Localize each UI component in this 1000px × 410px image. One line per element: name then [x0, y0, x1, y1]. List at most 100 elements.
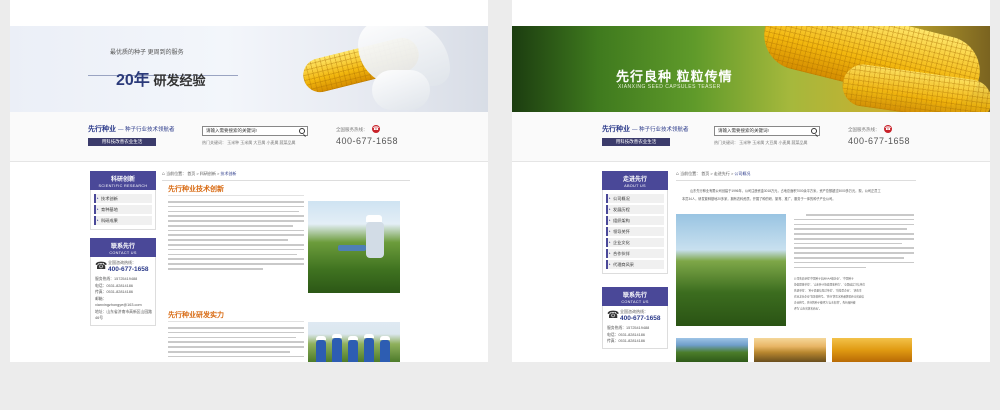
page-mockup-about: 先行良种 粒粒传情 XIANXING SEED CAPSULES TEASER … — [512, 0, 990, 362]
honors-line: 先进单位”、“种子质量信得过单位”、“科技型企业”、“济南市 — [794, 289, 862, 293]
gallery-photo-sunset — [754, 338, 826, 362]
breadcrumb-prefix: 当前位置： — [680, 171, 701, 176]
search-icon[interactable] — [811, 128, 817, 134]
logo-tagline: 用科技改善农业生活 — [88, 138, 156, 146]
sidebar-subtitle: ABOUT US — [624, 184, 646, 188]
hot-keywords[interactable]: 热门关键词： 玉米种 玉米属 大豆属 小麦属 蔬菜品属 — [714, 140, 808, 146]
banner-title: 研发经验 — [153, 73, 206, 88]
breadcrumb-path[interactable]: 首页 > 走进先行 > — [701, 171, 733, 176]
breadcrumb-current: 技术创新 — [220, 171, 237, 176]
sidebar-about: 走进先行 ABOUT US 公司概况 发展历程 组织架构 领导关怀 企业文化 合… — [602, 171, 668, 349]
breadcrumb: ⌂ 当前位置： 首页 > 走进先行 > 公司概况 — [676, 171, 750, 177]
logo-brand: 先行种业 — [88, 126, 116, 133]
phone-circle-icon: ☎ — [372, 125, 380, 133]
sidebar-item-breeding-base[interactable]: 育种基地 — [94, 205, 152, 214]
sidebar-item-research-results[interactable]: 科研成果 — [94, 216, 152, 225]
contact-header: 联系先行 CONTACT US — [602, 287, 668, 306]
telephone-icon: ☎ — [607, 310, 620, 321]
sidebar-item-agents[interactable]: 代理商风采 — [606, 260, 664, 269]
sidebar-item-tech-innovation[interactable]: 技术创新 — [94, 194, 152, 203]
banner-subtitle: XIANXING SEED CAPSULES TEASER — [618, 84, 721, 90]
canvas: 最优质的种子 更周到的服务 20年 研发经验 先行种业 — 种子行业技术领航者 … — [0, 0, 1000, 410]
breadcrumb-divider — [676, 180, 916, 181]
honors-line: 企业称号，先行牌种子被评为“山东名牌”，先行品种被 — [794, 301, 856, 305]
logo-slogan: — 种子行业技术领航者 — [117, 127, 175, 133]
contact-subtitle: CONTACT US — [109, 251, 137, 255]
banner-subtitle: 最优质的种子 更周到的服务 — [110, 50, 184, 56]
researcher-in-cornfield-photo — [308, 201, 400, 293]
sidebar-research: 科研创新 SCIENTIFIC RESEARCH 技术创新 育种基地 科研成果 … — [90, 171, 156, 326]
contact-tel-number: 400-677-1658 — [620, 315, 661, 322]
site-logo[interactable]: 先行种业 — 种子行业技术领航者 — [88, 124, 174, 134]
sidebar-subtitle: SCIENTIFIC RESEARCH — [98, 184, 148, 188]
home-icon: ⌂ — [162, 171, 166, 177]
sidebar-header: 走进先行 ABOUT US — [602, 171, 668, 190]
company-text-block — [794, 214, 914, 271]
contact-panel: ☎ 全国咨询热线： 400-677-1658 服务热线：15725419488 … — [90, 257, 156, 326]
hot-keywords[interactable]: 热门关键词： 玉米种 玉米属 大豆属 小麦属 蔬菜品属 — [202, 140, 296, 146]
article-text-1 — [168, 201, 304, 273]
contact-title: 联系先行 — [622, 293, 647, 299]
contact-title: 联系先行 — [110, 244, 135, 250]
sidebar-title: 走进先行 — [622, 177, 647, 183]
search-icon[interactable] — [299, 128, 305, 134]
intro-text-line: 本员34人，研发繁种基地20多家，拥有农科资质，开展了种的研、繁育、推广，服务于… — [682, 197, 836, 201]
contact-subtitle: CONTACT US — [621, 300, 649, 304]
sidebar-item-culture[interactable]: 企业文化 — [606, 238, 664, 247]
breadcrumb-prefix: 当前位置： — [166, 171, 187, 176]
cornfield-photo — [676, 214, 786, 326]
section-title-tech-innovation: 先行种业技术创新 — [168, 186, 224, 193]
contact-phone-row: ☎ 全国咨询热线： 400-677-1658 — [607, 309, 663, 325]
contact-line: 传真：0531-82814186 — [607, 339, 645, 343]
site-logo[interactable]: 先行种业 — 种子行业技术领航者 — [602, 124, 688, 134]
honors-line: 协会理事单位”、“山东种子协会理事单位”、“全国诚实守信单位 — [794, 283, 865, 287]
banner-years: 20年 — [116, 72, 150, 89]
section-underline — [168, 195, 304, 196]
section-underline — [168, 321, 304, 322]
search-input[interactable]: 请输入需要搜索的关键词! — [206, 128, 257, 134]
research-team-photo — [308, 322, 400, 362]
contact-phone-row: ☎ 全国咨询热线： 400-677-1658 — [95, 260, 151, 276]
home-icon: ⌂ — [676, 171, 680, 177]
hotline-label: 全国服务热线： — [848, 127, 880, 132]
sidebar-item-company-profile[interactable]: 公司概况 — [606, 194, 664, 203]
banner-headline: 20年 研发经验 — [116, 66, 205, 90]
sidebar-item-organization[interactable]: 组织架构 — [606, 216, 664, 225]
search-box[interactable]: 请输入需要搜索的关键词! — [714, 126, 820, 136]
hotline-number: 400-677-1658 — [336, 136, 399, 146]
gallery-photo-corn — [832, 338, 912, 362]
banner-title: 先行良种 粒粒传情 — [616, 69, 733, 84]
breadcrumb-current: 公司概况 — [734, 171, 751, 176]
sidebar-menu: 技术创新 育种基地 科研成果 — [90, 190, 156, 230]
honors-line: 评为“山东省著名商标”。 — [794, 307, 822, 311]
sidebar-item-history[interactable]: 发展历程 — [606, 205, 664, 214]
sidebar-title: 科研创新 — [110, 177, 135, 183]
sidebar-item-partners[interactable]: 合作伙伴 — [606, 249, 664, 258]
logo-brand: 先行种业 — [602, 126, 630, 133]
sidebar-menu: 公司概况 发展历程 组织架构 领导关怀 企业文化 合作伙伴 代理商风采 — [602, 190, 668, 274]
hotline-number: 400-677-1658 — [848, 136, 911, 146]
contact-tel-number: 400-677-1658 — [108, 266, 149, 273]
honors-line: 公司先后获得“中国种子信用AAA级企业”、“中国种子 — [794, 277, 854, 281]
site-header: 先行种业 — 种子行业技术领航者 用科技改善农业生活 请输入需要搜索的关键词! … — [512, 112, 990, 162]
search-box[interactable]: 请输入需要搜索的关键词! — [202, 126, 308, 136]
telephone-icon: ☎ — [95, 261, 108, 272]
intro-text-line: 山东先行种业有限公司创建于1996年，公司注册资金3018万元，占地总面积700… — [690, 189, 881, 193]
search-input[interactable]: 请输入需要搜索的关键词! — [718, 128, 769, 134]
gallery-photo-field — [676, 338, 748, 362]
contact-line: 46号 — [95, 316, 104, 320]
sidebar-header: 科研创新 SCIENTIFIC RESEARCH — [90, 171, 156, 190]
breadcrumb-path[interactable]: 首页 > 科研创新 > — [187, 171, 219, 176]
sidebar-item-leadership[interactable]: 领导关怀 — [606, 227, 664, 236]
phone-circle-icon: ☎ — [884, 125, 892, 133]
banner-research: 最优质的种子 更周到的服务 20年 研发经验 — [10, 26, 488, 112]
logo-tagline: 用科技改善农业生活 — [602, 138, 670, 146]
banner-about: 先行良种 粒粒传情 XIANXING SEED CAPSULES TEASER — [512, 26, 990, 112]
logo-slogan: — 种子行业技术领航者 — [631, 127, 689, 133]
honors-line: 农业龙头企业”等荣誉称号。“先行”牌玉米种品牌荣获全省诚信 — [794, 295, 865, 299]
page-mockup-research: 最优质的种子 更周到的服务 20年 研发经验 先行种业 — 种子行业技术领航者 … — [10, 0, 488, 362]
breadcrumb: ⌂ 当前位置： 首页 > 科研创新 > 技术创新 — [162, 171, 236, 177]
contact-header: 联系先行 CONTACT US — [90, 238, 156, 257]
site-header: 先行种业 — 种子行业技术领航者 用科技改善农业生活 请输入需要搜索的关键词! … — [10, 112, 488, 162]
contact-line: 地址：山东省济南市高新区山园路 — [95, 309, 152, 314]
